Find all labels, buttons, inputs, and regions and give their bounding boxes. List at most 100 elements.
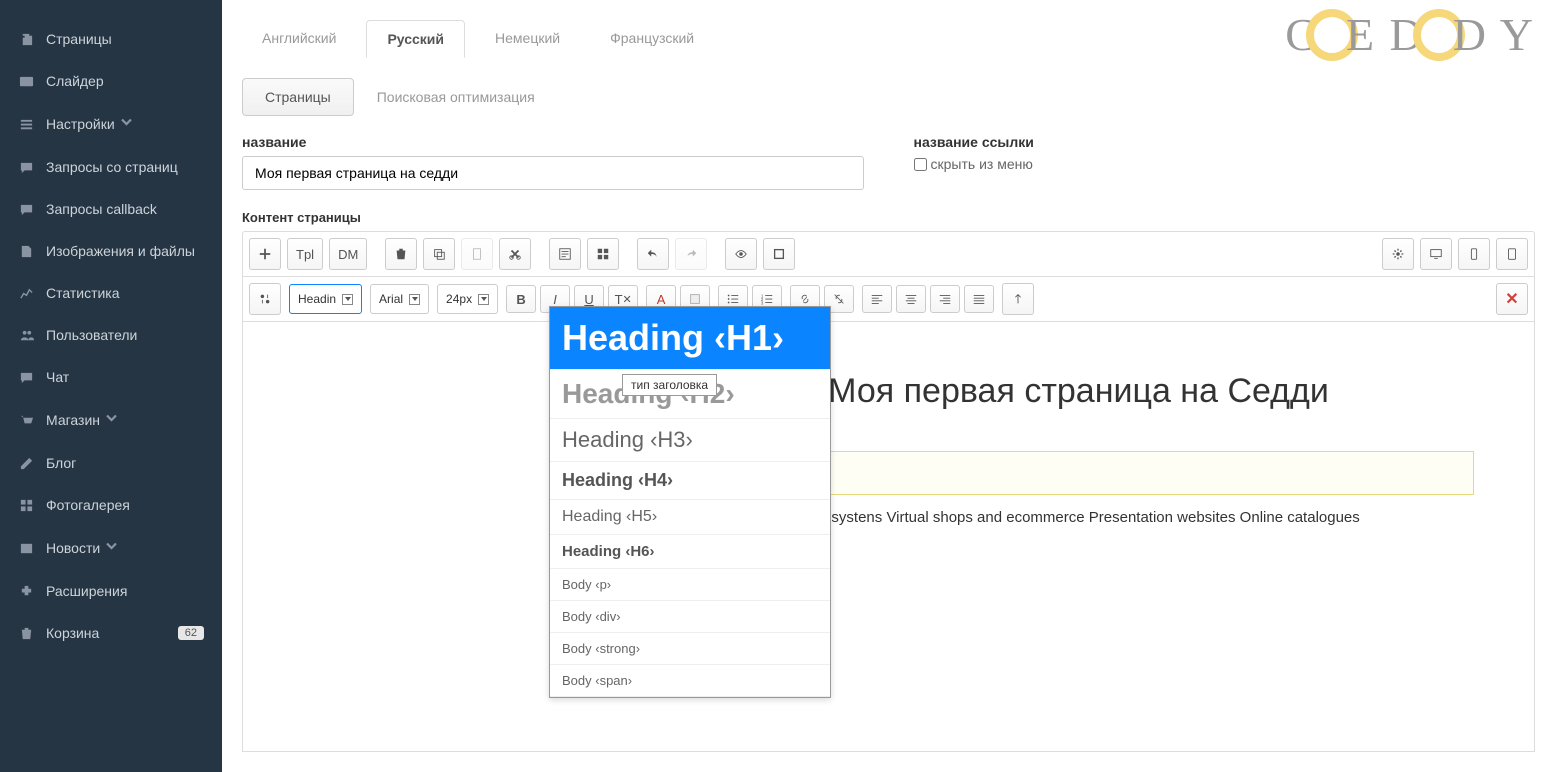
comment-icon — [18, 159, 34, 175]
sidebar: Страницы Слайдер Настройки Запросы со ст… — [0, 0, 222, 772]
copy-button[interactable] — [423, 238, 455, 270]
puzzle-icon — [18, 583, 34, 599]
dropdown-arrow-icon — [409, 294, 420, 305]
grid-icon — [18, 497, 34, 513]
sidebar-item-shop[interactable]: Магазин — [0, 398, 222, 442]
desktop-button[interactable] — [1420, 238, 1452, 270]
heading-select[interactable]: Headin — [289, 284, 362, 314]
editor-toolbar-1: Tpl DM — [242, 231, 1535, 277]
source-button[interactable] — [549, 238, 581, 270]
name-input[interactable] — [242, 156, 864, 190]
hide-checkbox[interactable] — [914, 158, 927, 171]
tab-seo[interactable]: Поисковая оптимизация — [354, 78, 558, 116]
fullscreen-button[interactable] — [763, 238, 795, 270]
sidebar-item-settings[interactable]: Настройки — [0, 102, 222, 146]
sidebar-item-stats[interactable]: Статистика — [0, 272, 222, 314]
element-settings-button[interactable] — [249, 283, 281, 315]
users-icon — [18, 327, 34, 343]
redo-button[interactable] — [675, 238, 707, 270]
sidebar-item-blog[interactable]: Блог — [0, 442, 222, 484]
chart-icon — [18, 285, 34, 301]
content-tabs: Страницы Поисковая оптимизация — [242, 78, 1535, 116]
dropdown-item-div[interactable]: Body ‹div› — [550, 601, 830, 633]
sidebar-item-news[interactable]: Новости — [0, 526, 222, 570]
sidebar-item-label: Запросы callback — [46, 201, 157, 217]
cart-icon — [18, 412, 34, 428]
dropdown-item-span[interactable]: Body ‹span› — [550, 665, 830, 697]
chevron-down-icon — [104, 539, 119, 557]
editor-canvas[interactable]: Моя первая страница на Седди Title block… — [242, 322, 1535, 752]
font-select[interactable]: Arial — [370, 284, 429, 314]
dm-button[interactable]: DM — [329, 238, 367, 270]
sidebar-item-label: Корзина — [46, 625, 99, 641]
sidebar-item-files[interactable]: Изображения и файлы — [0, 230, 222, 272]
heading-dropdown: Heading ‹H1› Heading ‹H2› Heading ‹H3› H… — [549, 306, 831, 698]
sidebar-item-label: Слайдер — [46, 73, 104, 89]
sidebar-item-label: Статистика — [46, 285, 120, 301]
sidebar-item-label: Блог — [46, 455, 76, 471]
bold-button[interactable]: B — [506, 285, 536, 313]
comment-icon — [18, 201, 34, 217]
undo-button[interactable] — [637, 238, 669, 270]
file-icon — [18, 243, 34, 259]
sidebar-item-label: Расширения — [46, 583, 127, 599]
dropdown-item-p[interactable]: Body ‹p› — [550, 569, 830, 601]
sidebar-item-chat[interactable]: Чат — [0, 356, 222, 398]
dropdown-item-h1[interactable]: Heading ‹H1› — [550, 307, 830, 370]
tablet-button[interactable] — [1496, 238, 1528, 270]
image-icon — [18, 73, 34, 89]
content-label: Контент страницы — [242, 210, 1535, 225]
sidebar-item-page-requests[interactable]: Запросы со страниц — [0, 146, 222, 188]
mobile-button[interactable] — [1458, 238, 1490, 270]
sidebar-item-callback[interactable]: Запросы callback — [0, 188, 222, 230]
sliders-icon — [18, 116, 34, 132]
move-up-button[interactable] — [1002, 283, 1034, 315]
sidebar-item-gallery[interactable]: Фотогалерея — [0, 484, 222, 526]
tab-english[interactable]: Английский — [242, 20, 356, 58]
dropdown-item-strong[interactable]: Body ‹strong› — [550, 633, 830, 665]
editor-toolbar-2: Headin Arial 24px B I U T✕ A 123 — [242, 277, 1535, 322]
main-content: CE DD Y Английский Русский Немецкий Фран… — [222, 0, 1555, 772]
paste-button[interactable] — [461, 238, 493, 270]
sidebar-item-extensions[interactable]: Расширения — [0, 570, 222, 612]
tab-german[interactable]: Немецкий — [475, 20, 580, 58]
copy-icon — [18, 31, 34, 47]
sidebar-item-label: Фотогалерея — [46, 497, 130, 513]
size-select[interactable]: 24px — [437, 284, 498, 314]
tab-russian[interactable]: Русский — [366, 20, 465, 58]
dropdown-item-h4[interactable]: Heading ‹H4› — [550, 462, 830, 500]
windows-button[interactable] — [587, 238, 619, 270]
tab-pages[interactable]: Страницы — [242, 78, 354, 116]
tpl-button[interactable]: Tpl — [287, 238, 323, 270]
align-right-button[interactable] — [930, 285, 960, 313]
align-left-button[interactable] — [862, 285, 892, 313]
close-button[interactable]: ✕ — [1496, 283, 1528, 315]
dropdown-item-h6[interactable]: Heading ‹H6› — [550, 535, 830, 569]
dropdown-item-h3[interactable]: Heading ‹H3› — [550, 419, 830, 462]
dropdown-item-h5[interactable]: Heading ‹H5› — [550, 500, 830, 535]
chevron-down-icon — [104, 411, 119, 429]
align-justify-button[interactable] — [964, 285, 994, 313]
sidebar-item-users[interactable]: Пользователи — [0, 314, 222, 356]
preview-button[interactable] — [725, 238, 757, 270]
sidebar-item-label: Страницы — [46, 31, 112, 47]
sidebar-item-slider[interactable]: Слайдер — [0, 60, 222, 102]
sidebar-item-label: Пользователи — [46, 327, 137, 343]
pencil-icon — [18, 455, 34, 471]
sidebar-item-label: Магазин — [46, 412, 100, 428]
trash-icon — [18, 625, 34, 641]
add-button[interactable] — [249, 238, 281, 270]
align-center-button[interactable] — [896, 285, 926, 313]
sidebar-item-trash[interactable]: Корзина62 — [0, 612, 222, 654]
dropdown-arrow-icon — [342, 294, 353, 305]
delete-button[interactable] — [385, 238, 417, 270]
sidebar-item-pages[interactable]: Страницы — [0, 18, 222, 60]
sidebar-item-label: Изображения и файлы — [46, 243, 195, 259]
hide-label: скрыть из меню — [931, 156, 1033, 172]
settings-button[interactable] — [1382, 238, 1414, 270]
tab-french[interactable]: Французский — [590, 20, 714, 58]
news-icon — [18, 540, 34, 556]
dropdown-arrow-icon — [478, 294, 489, 305]
logo: CE DD Y — [1285, 8, 1535, 61]
cut-button[interactable] — [499, 238, 531, 270]
